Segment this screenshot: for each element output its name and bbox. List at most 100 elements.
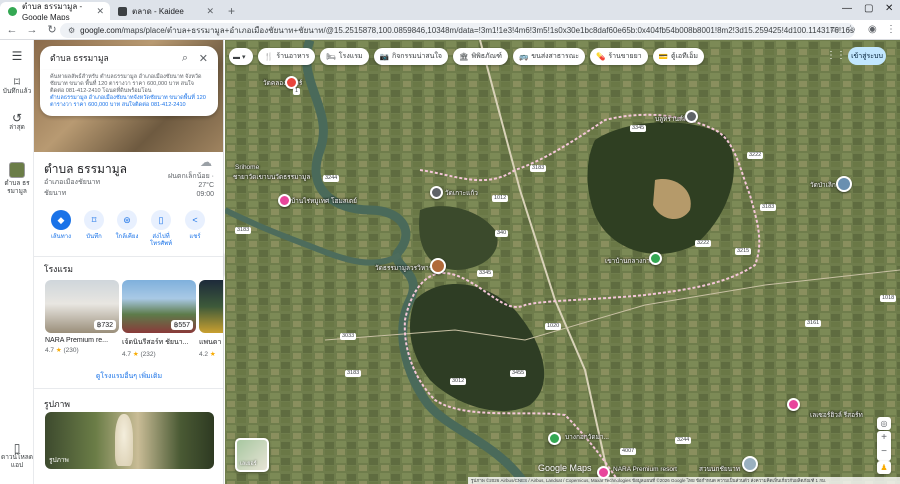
site-info-icon[interactable]: ⚙ [68,26,75,35]
browser-menu-icon[interactable]: ⋮ [886,24,896,35]
route-shield: 3345 [630,125,647,132]
minimize-icon[interactable]: — [842,3,852,14]
hotel-pin-icon[interactable] [278,194,291,207]
chip-museums[interactable]: 🏛 พิพิธภัณฑ์ [452,48,508,65]
address-bar[interactable]: ⚙ google.com/maps/place/ตำบล+ธรรมามูล+อำ… [60,23,855,38]
label-nara-resort[interactable]: NARA Premium resort [613,466,677,473]
street-view-pegman-icon[interactable]: ♟ [877,461,891,474]
park-pin-icon[interactable] [548,432,561,445]
rail-saved[interactable]: ⌑ บันทึกแล้ว [0,76,34,96]
label-chaya[interactable]: ชายาวัดเขาบนวัดธรรมามูล [233,172,310,182]
chip-pharmacies[interactable]: 💊 ร้านขายยา [589,48,648,65]
zoom-in-button[interactable]: + [877,431,891,445]
temple-photo-pin-icon[interactable] [430,258,446,274]
rail-place[interactable]: ตำบล ธรรมามูล [0,162,34,196]
menu-button[interactable]: ☰ [0,50,34,62]
route-shield: 3033 [340,333,357,340]
profile-icon[interactable]: ◉ [868,24,877,35]
tab-kaidee[interactable]: ตลาด - Kaidee ✕ [110,2,220,20]
weather-widget: ☁ ฝนตกเล็กน้อย · 27°C 09:00 [156,156,214,199]
layers-button[interactable]: เลเยอร์ [235,438,269,472]
rail-label: ดาวน์โหลดแอป [1,454,33,469]
url-domain: google.com [80,26,122,35]
chip-atms[interactable]: 💳 ตู้เอทีเอ็ม [652,48,704,65]
directions-icon: ◆ [51,210,71,230]
temple-photo-pin-icon[interactable] [836,176,852,192]
rating-value: 4.7 [122,351,132,358]
label-wat-pa-loek[interactable]: วัดป่าเลิก [810,180,836,190]
bird-park-photo-pin-icon[interactable] [742,456,758,472]
hotel-price: ฿557 [170,320,193,330]
route-shield: 3161 [805,320,822,327]
place-district: อำเภอเมืองชัยนาท [44,179,101,186]
suggestion-text: ตำบลธรรมามูล อำเภอเมืองชัยนาทจังหวัดชัยน… [50,95,206,108]
route-shield: 3455 [510,370,527,377]
screen-cast-icon[interactable]: ▭ [830,24,839,35]
map-menu-chip[interactable]: ▬ ▾ [229,48,253,65]
route-shield: 3244 [323,175,340,182]
bookmark-star-icon[interactable]: ☆ [846,24,855,35]
share-button[interactable]: < แชร์ [180,210,210,241]
label-bird-park[interactable]: สวนนกชัยนาท [699,464,740,474]
chip-hotels[interactable]: 🛏 โรงแรม [320,48,369,65]
label-wat-thammamun[interactable]: วัดธรรมามูลวรวิหาร [375,263,432,273]
hotel-rating: 4.7 ★ (230) [45,346,119,354]
rating-value: 4.2 [199,351,209,358]
hotel-rating: 4.2 ★ [199,350,223,358]
hotel-pin-icon[interactable] [787,398,800,411]
hotel-card[interactable]: ฿557 เจ้ดนินรีสอร์ท ชัยนา... 4.7 ★ (232) [122,280,196,360]
close-icon[interactable]: ✕ [199,52,208,65]
route-shield: 1018 [880,295,897,302]
hotel-card[interactable]: แพนดา 4.2 ★ [199,280,223,360]
rail-recents[interactable]: ↺ ล่าสุด [0,112,34,132]
hotels-heading: โรงแรม [44,264,73,274]
route-shield: 3215 [735,248,752,255]
chip-label: กิจกรรมน่าสนใจ [391,53,442,60]
hotel-card[interactable]: ฿732 NARA Premium re... 4.7 ★ (230) [45,280,119,360]
chip-things-to-do[interactable]: 📷 กิจกรรมน่าสนใจ [373,48,448,65]
close-tab-icon[interactable]: ✕ [206,6,214,17]
bookmark-icon: ⌑ [84,210,104,230]
temple-pin-icon[interactable] [430,186,443,199]
maximize-icon[interactable]: ▢ [864,3,873,14]
save-button[interactable]: ⌑ บันทึก [79,210,109,241]
label-bangkok[interactable]: บางกอกวัดมา... [565,432,609,442]
satellite-map[interactable]: วัดคลองจันทร์ บลูทรานส์สิต Srihome ชายาว… [225,40,900,484]
close-tab-icon[interactable]: ✕ [96,6,104,17]
label-leisure-resort[interactable]: เลเซอร์ฮิวล์ รีสอร์ท [810,410,863,420]
tab-google-maps[interactable]: ตำบล ธรรมามูล - Google Maps ✕ [0,2,110,22]
search-suggestion[interactable]: ค้นหาผลลัพธ์สำหรับ ตำบลธรรมามูล อำเภอเมื… [40,70,218,116]
search-input[interactable]: ตำบล ธรรมามูล ⌕ ✕ [40,46,218,70]
new-tab-button[interactable]: + [220,4,243,20]
send-to-phone-button[interactable]: ▯ ส่งไปที่โทรศัพท์ [146,210,176,248]
window-close-icon[interactable]: ✕ [885,3,893,14]
label-wat-ko-kaew[interactable]: วัดเกาะแก้ว [445,188,478,198]
nearby-button[interactable]: ⊛ ใกล้เคียง [112,210,142,241]
my-location-icon[interactable]: ◎ [877,417,891,430]
forward-icon[interactable]: → [24,24,40,36]
label-srihome[interactable]: Srihome [235,164,259,171]
photo-thumbnail[interactable]: รูปภาพ [45,412,214,469]
reload-icon[interactable]: ↻ [44,23,60,36]
hotel-image [199,280,223,333]
suggestion-text: ค้นหาผลลัพธ์สำหรับ ตำบลธรรมามูล อำเภอเมื… [50,74,202,94]
action-label: เส้นทาง [50,234,72,240]
hotel-name: NARA Premium re... [45,337,109,344]
chip-restaurants[interactable]: 🍴 ร้านอาหาร [258,48,316,65]
chip-transit[interactable]: 🚌 ขนส่งสาธารณะ [512,48,585,65]
directions-button[interactable]: ◆ เส้นทาง [46,210,76,241]
map-canvas[interactable] [225,40,900,484]
park-pin-icon[interactable] [649,252,662,265]
route-shield: 3183 [760,204,777,211]
label-homestay[interactable]: บ้านไร่หมูเทศ โฮมสเตย์ [291,196,357,206]
hotel-price: ฿732 [93,320,116,330]
transit-pin-icon[interactable] [685,110,698,123]
action-label: ใกล้เคียง [115,234,139,240]
search-icon[interactable]: ⌕ [182,52,188,65]
rail-get-app[interactable]: ▯ ดาวน์โหลดแอป [0,442,34,470]
more-hotels-link[interactable]: ดูโรงแรมอื่นๆ เพิ่มเติม [34,371,223,382]
back-icon[interactable]: ← [4,24,20,36]
list-icon: ▬ ▾ [233,53,246,61]
zoom-out-button[interactable]: − [877,445,891,459]
sign-in-button[interactable]: เข้าสู่ระบบ [848,47,886,65]
